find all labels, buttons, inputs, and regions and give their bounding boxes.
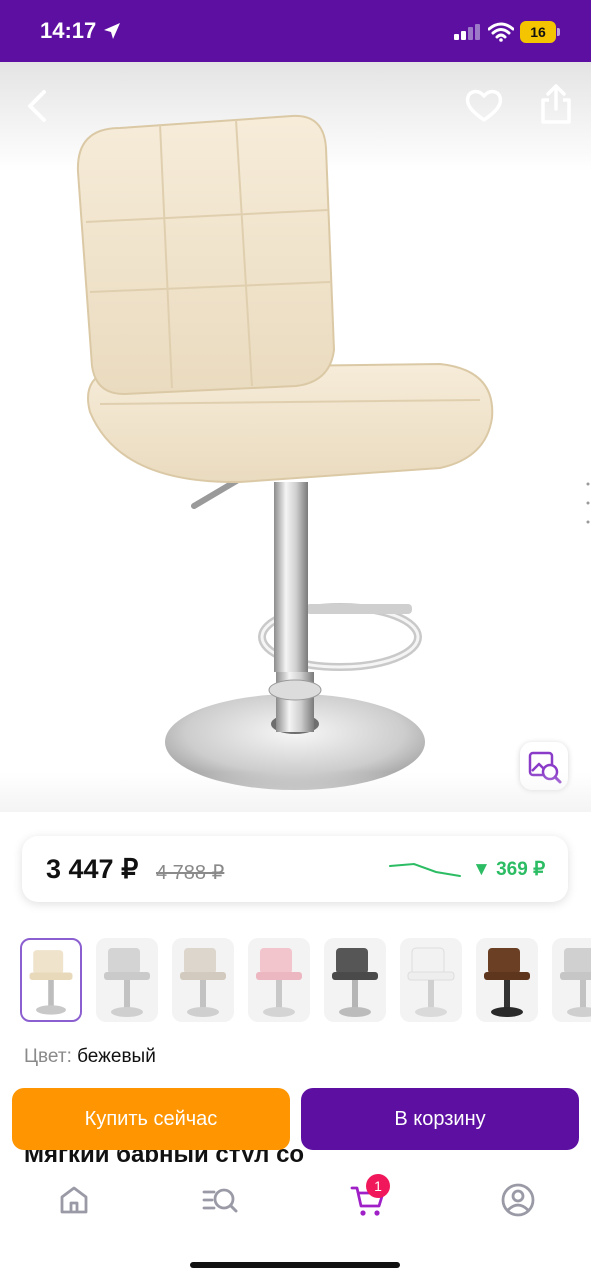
swatch-gray-2[interactable] bbox=[552, 938, 591, 1022]
battery-indicator: 16 bbox=[520, 21, 560, 43]
share-icon[interactable] bbox=[536, 82, 576, 126]
cart-badge: 1 bbox=[366, 1174, 390, 1198]
swatch-light-beige[interactable] bbox=[172, 938, 234, 1022]
buy-now-button[interactable]: Купить сейчас bbox=[12, 1088, 290, 1150]
status-time: 14:17 bbox=[40, 18, 97, 43]
nav-home[interactable] bbox=[54, 1180, 94, 1220]
nav-catalog[interactable] bbox=[200, 1180, 240, 1220]
wifi-icon bbox=[488, 22, 514, 42]
catalog-search-icon bbox=[202, 1188, 238, 1213]
price-drop-amount: ▼ 369 ₽ bbox=[472, 859, 546, 880]
gallery-bottom-fade bbox=[0, 772, 591, 812]
home-icon bbox=[60, 1186, 88, 1214]
status-bar: 14:17 16 bbox=[0, 0, 591, 62]
swatch-white[interactable] bbox=[400, 938, 462, 1022]
nav-cart[interactable]: 1 bbox=[348, 1174, 390, 1220]
swatch-gray[interactable] bbox=[96, 938, 158, 1022]
home-indicator bbox=[190, 1262, 400, 1268]
location-arrow-icon bbox=[104, 23, 120, 39]
swatch-dark-gray[interactable] bbox=[324, 938, 386, 1022]
price-history-sparkline-icon bbox=[389, 862, 461, 877]
color-label: Цвет: bbox=[24, 1046, 72, 1067]
selected-color: Цвет: бежевый bbox=[24, 1046, 156, 1068]
profile-icon bbox=[501, 1183, 535, 1217]
nav-profile[interactable] bbox=[498, 1180, 538, 1220]
price-card[interactable]: 3 447 ₽ 4 788 ₽ ▼ 369 ₽ bbox=[22, 836, 568, 902]
chevron-left-icon[interactable] bbox=[18, 84, 58, 128]
battery-tip bbox=[557, 28, 560, 36]
product-gallery[interactable] bbox=[0, 62, 591, 812]
add-to-cart-button[interactable]: В корзину bbox=[301, 1088, 579, 1150]
current-price: 3 447 ₽ bbox=[46, 854, 139, 884]
swatch-brown[interactable] bbox=[476, 938, 538, 1022]
color-variant-selector[interactable] bbox=[0, 936, 591, 1026]
heart-icon[interactable] bbox=[464, 86, 504, 126]
color-value: бежевый bbox=[77, 1046, 156, 1067]
swatch-beige[interactable] bbox=[20, 938, 82, 1022]
cell-signal-icon bbox=[454, 24, 480, 40]
swatch-pink[interactable] bbox=[248, 938, 310, 1022]
battery-level: 16 bbox=[530, 24, 546, 40]
gallery-pagination-dots bbox=[586, 480, 590, 526]
product-image-bar-stool bbox=[76, 114, 494, 790]
old-price: 4 788 ₽ bbox=[156, 862, 225, 884]
